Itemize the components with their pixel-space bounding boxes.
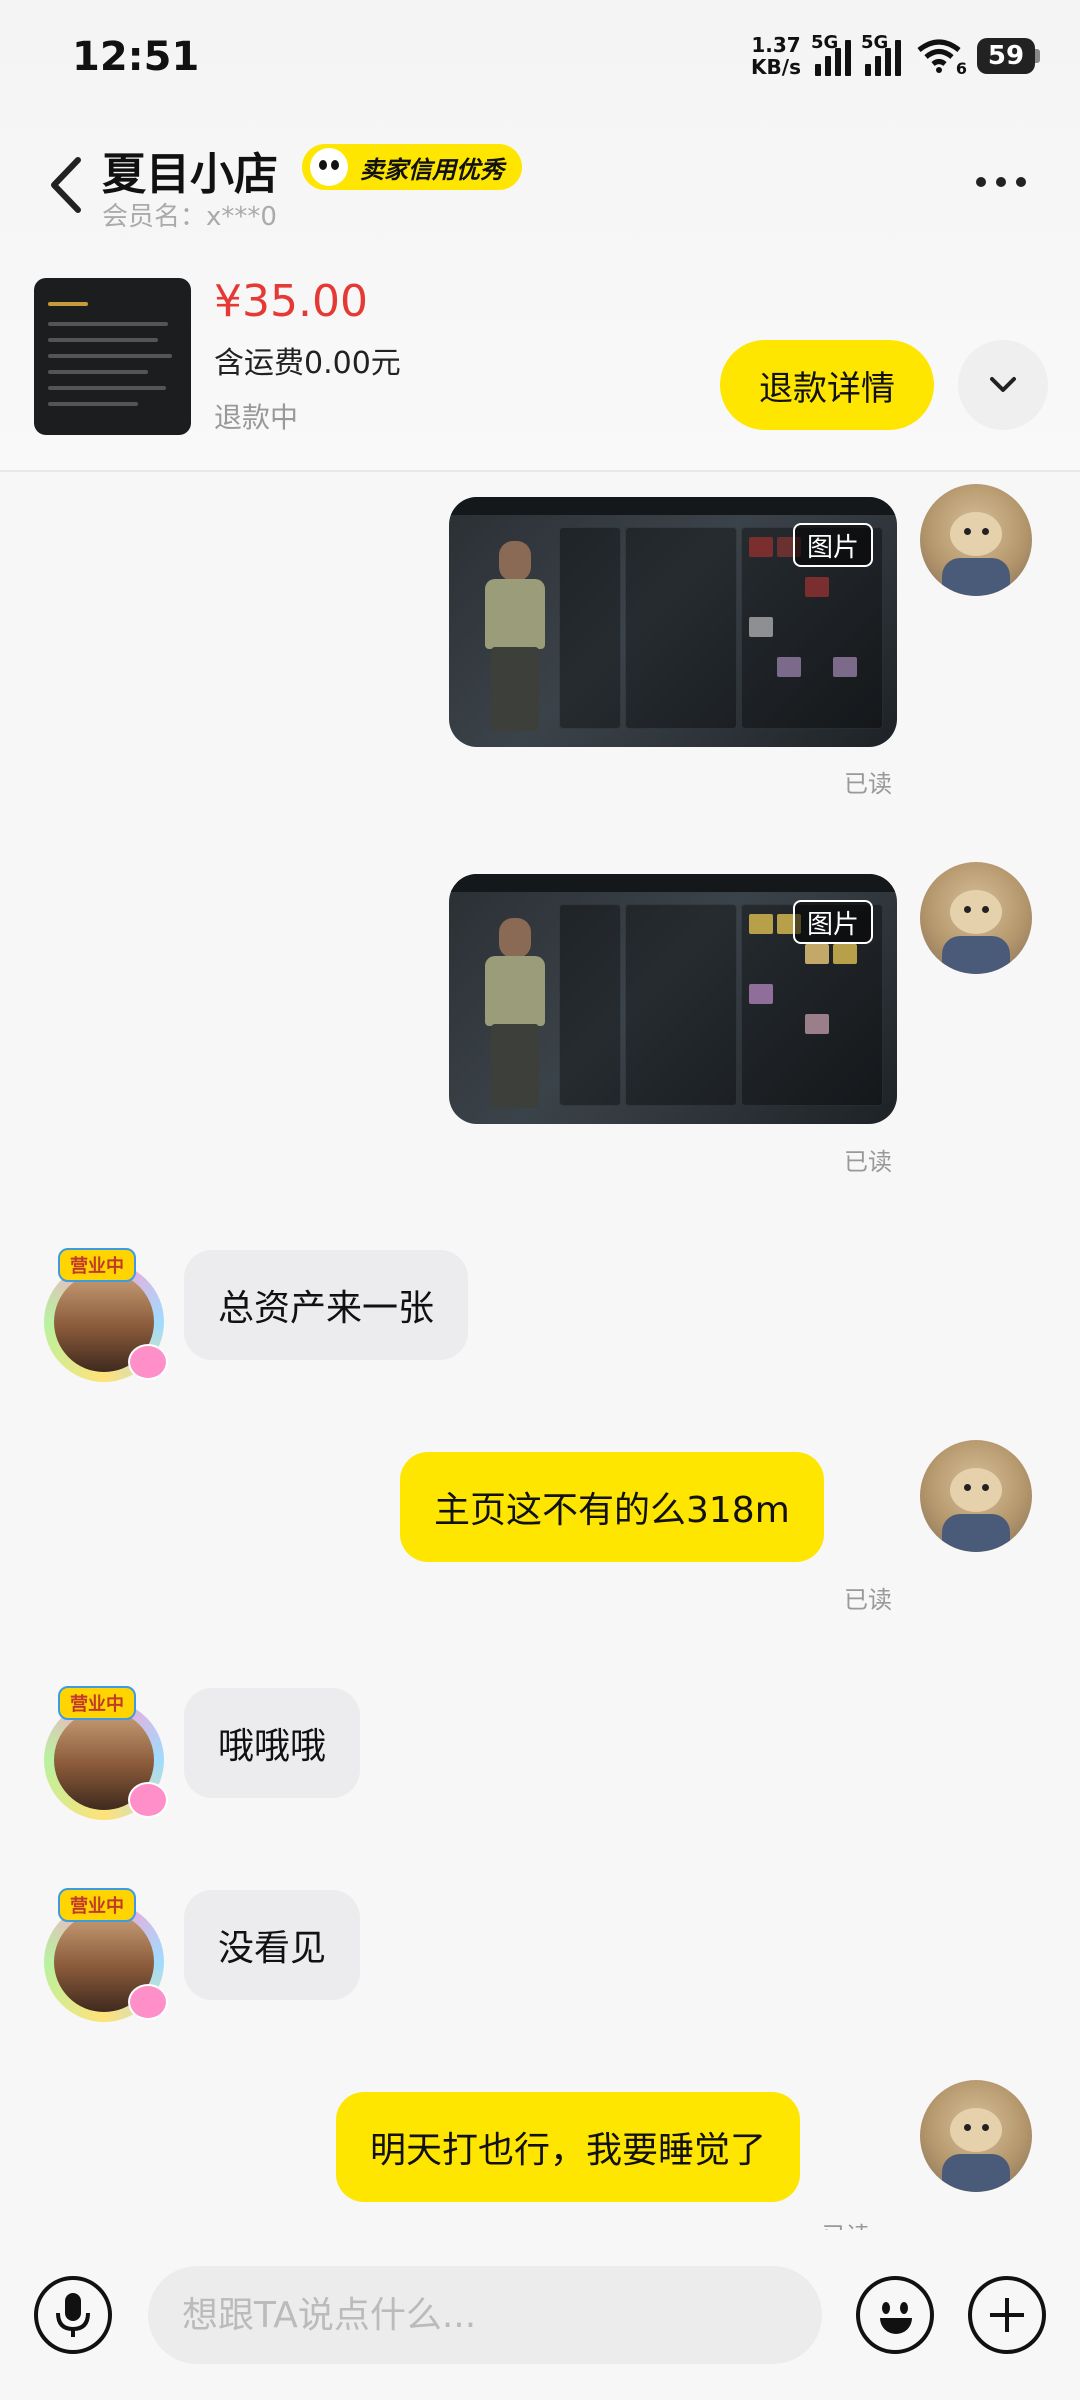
shipping-info: 含运费0.00元 (214, 346, 401, 381)
open-badge: 营业中 (58, 1248, 136, 1282)
pet-sticker-icon (128, 1984, 168, 2020)
plus-button[interactable] (968, 2276, 1046, 2354)
emoji-button[interactable] (856, 2276, 934, 2354)
chevron-left-icon (51, 157, 81, 213)
shop-name[interactable]: 夏目小店 (102, 138, 278, 202)
read-receipt: 已读 (844, 1148, 892, 1176)
read-receipt: 已读 (844, 770, 892, 798)
refund-status: 退款中 (214, 401, 299, 434)
member-name: 会员名：x***0 (102, 202, 277, 232)
more-dots-icon (976, 177, 986, 187)
my-avatar[interactable] (920, 2080, 1032, 2192)
more-button[interactable] (976, 170, 1046, 194)
open-badge: 营业中 (58, 1686, 136, 1720)
image-tag: 图片 (792, 523, 873, 567)
outgoing-message[interactable]: 明天打也行，我要睡觉了 (336, 2092, 801, 2202)
product-thumbnail[interactable] (34, 278, 191, 435)
shop-avatar[interactable]: 营业中 (36, 1682, 176, 1822)
credit-badge: 卖家信用优秀 (302, 144, 522, 190)
mascot-icon (310, 148, 348, 186)
refund-details-button[interactable]: 退款详情 (720, 340, 934, 430)
status-icons: 1.37 KB/s 5G 5G 6 59 (751, 32, 1040, 79)
my-avatar[interactable] (920, 862, 1032, 974)
shop-avatar[interactable]: 营业中 (36, 1884, 176, 2024)
incoming-message[interactable]: 总资产来一张 (184, 1250, 469, 1360)
net-speed: 1.37 KB/s (751, 33, 801, 79)
pet-sticker-icon (128, 1782, 168, 1818)
emoji-icon (880, 2318, 912, 2334)
shop-avatar[interactable]: 营业中 (36, 1244, 176, 1384)
image-message[interactable]: 图片 (449, 874, 897, 1124)
header-divider (0, 470, 1080, 472)
signal-icon-2: 5G (861, 32, 901, 76)
product-price: ¥35.00 (214, 276, 368, 327)
back-button[interactable] (44, 150, 94, 220)
voice-button[interactable] (34, 2276, 112, 2354)
read-receipt: 已读 (844, 1586, 892, 1614)
outgoing-message[interactable]: 主页这不有的么318m (400, 1452, 824, 1562)
image-tag: 图片 (792, 900, 873, 944)
expand-button[interactable] (958, 340, 1048, 430)
read-receipt: 已读 (822, 2216, 870, 2230)
open-badge: 营业中 (58, 1888, 136, 1922)
my-avatar[interactable] (920, 484, 1032, 596)
incoming-message[interactable]: 没看见 (184, 1890, 361, 2000)
image-message[interactable]: 图片 (449, 497, 897, 747)
wifi-icon: 6 (915, 36, 967, 78)
chevron-down-icon (990, 377, 1016, 392)
status-time: 12:51 (72, 34, 200, 80)
pet-sticker-icon (128, 1344, 168, 1380)
incoming-message[interactable]: 哦哦哦 (184, 1688, 361, 1798)
battery-level: 59 (977, 38, 1035, 74)
my-avatar[interactable] (920, 1440, 1032, 1552)
battery-icon: 59 (977, 38, 1040, 74)
signal-icon: 5G (811, 32, 851, 76)
wifi-label: 6 (955, 59, 967, 78)
message-input[interactable] (148, 2266, 822, 2364)
microphone-icon (56, 2293, 90, 2337)
